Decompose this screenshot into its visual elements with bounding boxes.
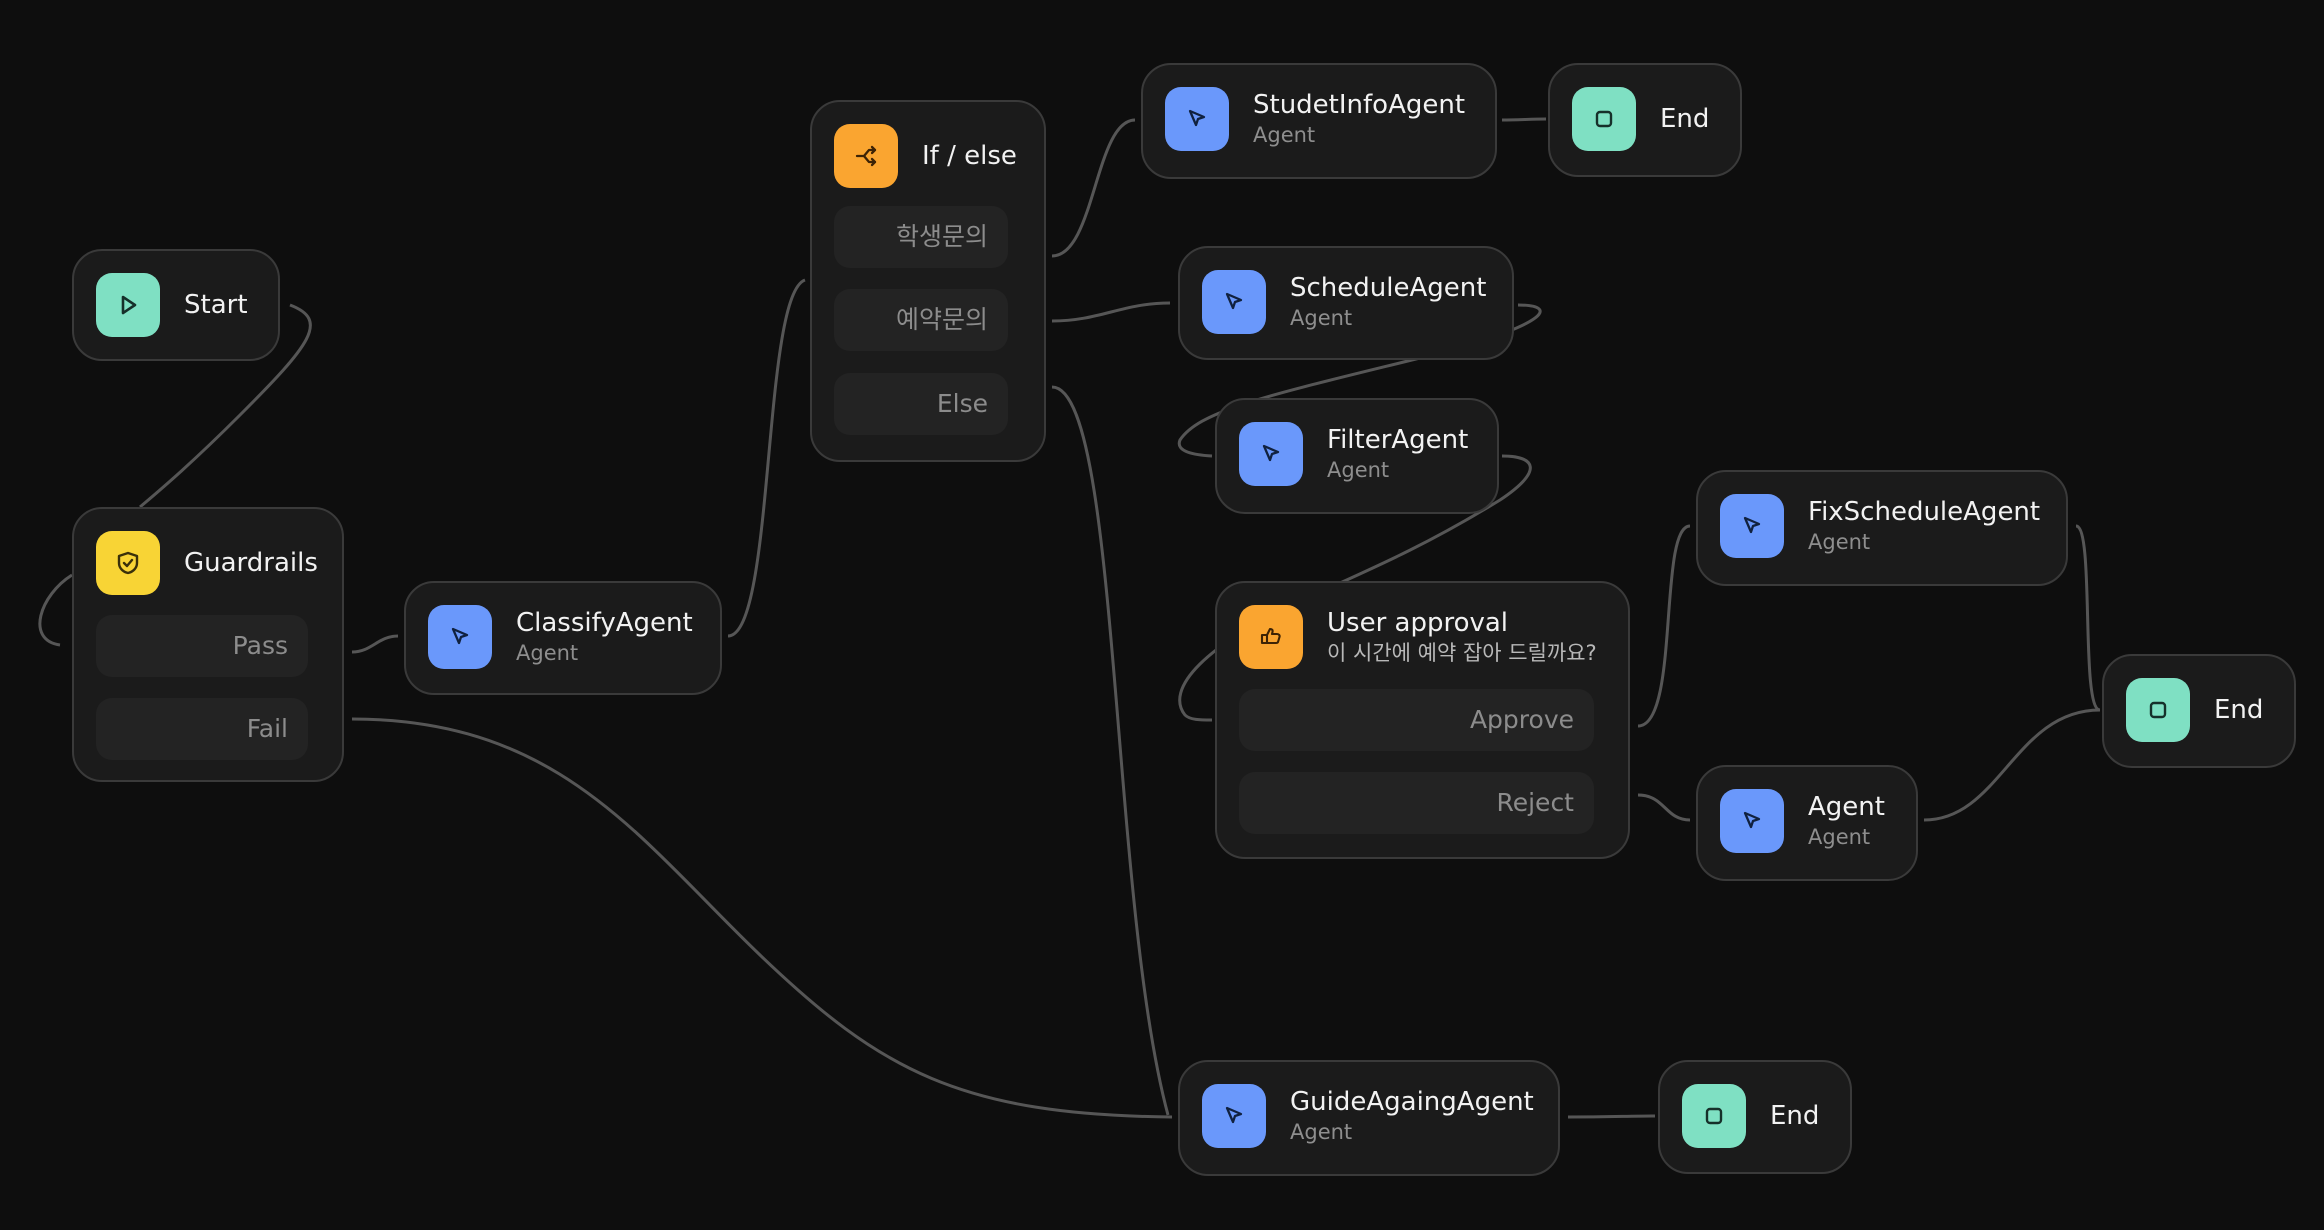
edge-layer — [38, 117, 2101, 1119]
guideagain-agent-header: GuideAgaingAgent Agent — [1202, 1084, 1534, 1148]
user-approval-node[interactable]: User approval 이 시간에 예약 잡아 드릴까요? Approve … — [1215, 581, 1630, 859]
fixschedule-agent-header: FixScheduleAgent Agent — [1720, 494, 2040, 558]
user-approval-title: User approval — [1327, 608, 1509, 638]
user-approval-subtitle: 이 시간에 예약 잡아 드릴까요? — [1327, 641, 1597, 665]
end-1-header: End — [1572, 87, 1709, 151]
guardrails-header: Guardrails — [96, 531, 318, 595]
edge-studentinfo-end — [1501, 117, 1547, 122]
end-3-header: End — [1682, 1084, 1819, 1148]
start-node[interactable]: Start — [72, 249, 280, 361]
guardrails-branch-fail[interactable]: Fail — [96, 698, 308, 760]
cursor-icon — [1202, 270, 1266, 334]
user-approval-header: User approval 이 시간에 예약 잡아 드릴까요? — [1239, 605, 1597, 669]
classify-agent-title: ClassifyAgent — [516, 608, 693, 638]
approval-branch-reject[interactable]: Reject — [1239, 772, 1594, 834]
shield-check-icon — [96, 531, 160, 595]
ifelse-node[interactable]: If / else 학생문의 예약문의 Else — [810, 100, 1046, 462]
edge-fixschedule-end — [2075, 524, 2101, 712]
guideagain-agent-node[interactable]: GuideAgaingAgent Agent — [1178, 1060, 1560, 1176]
stop-icon — [1572, 87, 1636, 151]
fixschedule-agent-subtitle: Agent — [1808, 530, 1871, 554]
classify-agent-subtitle: Agent — [516, 641, 579, 665]
schedule-agent-header: ScheduleAgent Agent — [1202, 270, 1486, 334]
studentinfo-agent-header: StudetInfoAgent Agent — [1165, 87, 1465, 151]
agent-subtitle: Agent — [1808, 825, 1871, 849]
edge-pass-classify — [351, 634, 399, 654]
fixschedule-agent-title: FixScheduleAgent — [1808, 497, 2041, 527]
end-node-3[interactable]: End — [1658, 1060, 1852, 1174]
approval-branch-approve[interactable]: Approve — [1239, 689, 1594, 751]
start-title: Start — [184, 290, 248, 320]
guideagain-agent-subtitle: Agent — [1290, 1120, 1353, 1144]
filter-agent-subtitle: Agent — [1327, 458, 1390, 482]
studentinfo-agent-subtitle: Agent — [1253, 123, 1316, 147]
guideagain-agent-title: GuideAgaingAgent — [1290, 1087, 1534, 1117]
edge-classify-ifelse — [727, 278, 806, 638]
cursor-icon — [1202, 1084, 1266, 1148]
start-header: Start — [96, 273, 248, 337]
ifelse-branch-else[interactable]: Else — [834, 373, 1008, 435]
ifelse-header: If / else — [834, 124, 1017, 188]
guardrails-branch-pass[interactable]: Pass — [96, 615, 308, 677]
edge-reject-agent — [1637, 793, 1691, 822]
end-node-1[interactable]: End — [1548, 63, 1742, 177]
filter-agent-title: FilterAgent — [1327, 425, 1469, 455]
ifelse-title: If / else — [922, 141, 1017, 171]
agent-node[interactable]: Agent Agent — [1696, 765, 1918, 881]
schedule-agent-title: ScheduleAgent — [1290, 273, 1487, 303]
end-node-2[interactable]: End — [2102, 654, 2296, 768]
end-2-title: End — [2214, 695, 2264, 725]
edge-reservation-schedule — [1051, 301, 1171, 323]
edge-guardrails-loop — [38, 573, 73, 647]
edge-agent-end — [1923, 708, 2101, 822]
edge-approve-fixschedule — [1637, 524, 1691, 728]
agent-header: Agent Agent — [1720, 789, 1885, 853]
play-icon — [96, 273, 160, 337]
schedule-agent-node[interactable]: ScheduleAgent Agent — [1178, 246, 1514, 360]
fixschedule-agent-node[interactable]: FixScheduleAgent Agent — [1696, 470, 2068, 586]
cursor-icon — [1165, 87, 1229, 151]
filter-agent-node[interactable]: FilterAgent Agent — [1215, 398, 1499, 514]
cursor-icon — [1720, 789, 1784, 853]
end-2-header: End — [2126, 678, 2263, 742]
stop-icon — [1682, 1084, 1746, 1148]
cursor-icon — [428, 605, 492, 669]
edge-guideagain-end — [1567, 1114, 1656, 1119]
filter-agent-header: FilterAgent Agent — [1239, 422, 1468, 486]
workflow-canvas[interactable]: Start Guardrails Pass Fail ClassifyAgent… — [0, 0, 2324, 1230]
studentinfo-agent-title: StudetInfoAgent — [1253, 90, 1466, 120]
branch-icon — [834, 124, 898, 188]
cursor-icon — [1720, 494, 1784, 558]
classify-agent-header: ClassifyAgent Agent — [428, 605, 693, 669]
agent-title: Agent — [1808, 792, 1885, 822]
end-1-title: End — [1660, 104, 1710, 134]
guardrails-title: Guardrails — [184, 548, 318, 578]
studentinfo-agent-node[interactable]: StudetInfoAgent Agent — [1141, 63, 1497, 179]
schedule-agent-subtitle: Agent — [1290, 306, 1353, 330]
thumbs-icon — [1239, 605, 1303, 669]
stop-icon — [2126, 678, 2190, 742]
edge-student-studentinfo — [1051, 118, 1136, 258]
cursor-icon — [1239, 422, 1303, 486]
edge-fail-guideagain — [351, 717, 1173, 1119]
end-3-title: End — [1770, 1101, 1820, 1131]
ifelse-branch-student[interactable]: 학생문의 — [834, 206, 1008, 268]
ifelse-branch-reservation[interactable]: 예약문의 — [834, 289, 1008, 351]
edge-else-guideagain — [1051, 385, 1170, 1116]
guardrails-node[interactable]: Guardrails Pass Fail — [72, 507, 344, 782]
classify-agent-node[interactable]: ClassifyAgent Agent — [404, 581, 722, 695]
